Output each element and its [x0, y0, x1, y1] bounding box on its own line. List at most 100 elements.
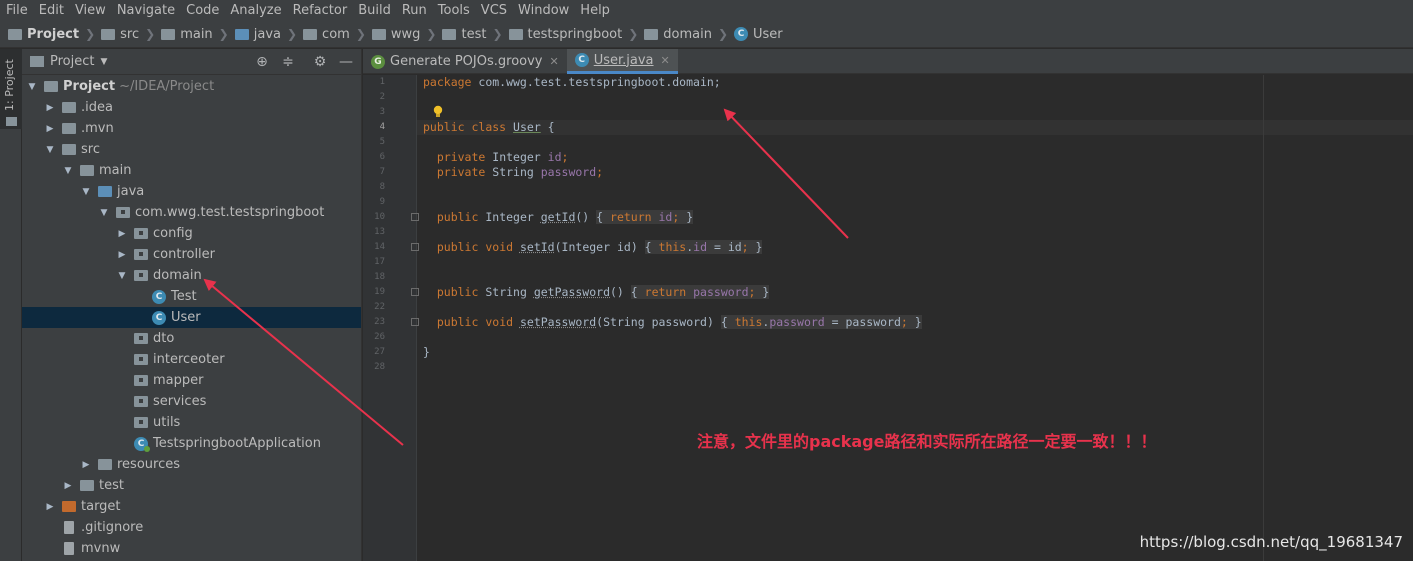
- tree-item-dto[interactable]: dto: [22, 328, 361, 349]
- breadcrumb-user[interactable]: C User: [734, 27, 783, 42]
- field-name: id: [658, 210, 673, 224]
- gear-icon[interactable]: ⚙: [311, 53, 329, 71]
- menu-analyze[interactable]: Analyze: [224, 0, 286, 21]
- collapsed-icon[interactable]: ▶: [44, 124, 56, 134]
- field-name: password: [540, 165, 597, 179]
- source-folder-icon: [234, 28, 249, 40]
- tree-item-config[interactable]: ▶ config: [22, 223, 361, 244]
- package-icon: [134, 270, 148, 281]
- class-name: User: [513, 120, 541, 134]
- collapse-all-icon[interactable]: ≑: [279, 53, 297, 71]
- line-number-current: 4: [379, 122, 385, 132]
- tree-item-test-class[interactable]: C Test: [22, 286, 361, 307]
- parameter-name: id: [616, 240, 631, 254]
- breadcrumb-domain[interactable]: domain ❯: [644, 27, 734, 42]
- keyword: public: [436, 285, 479, 299]
- collapsed-icon[interactable]: ▶: [44, 502, 56, 512]
- collapsed-icon[interactable]: ▶: [44, 103, 56, 113]
- tree-item-domain[interactable]: ▼ domain: [22, 265, 361, 286]
- menu-window[interactable]: Window: [512, 0, 574, 21]
- chevron-down-icon[interactable]: ▼: [100, 57, 107, 67]
- tree-item-main[interactable]: ▼ main: [22, 160, 361, 181]
- breadcrumb-java[interactable]: java ❯: [234, 27, 303, 42]
- code-line-package: package com.wwg.test.testspringboot.doma…: [423, 75, 721, 90]
- breadcrumb-testspringboot[interactable]: testspringboot ❯: [508, 27, 645, 42]
- chevron-right-icon: ❯: [85, 27, 96, 41]
- tree-item-services[interactable]: services: [22, 391, 361, 412]
- menu-edit[interactable]: Edit: [33, 0, 69, 21]
- tree-item-mapper[interactable]: mapper: [22, 370, 361, 391]
- tree-item-user-class[interactable]: C User: [22, 307, 361, 328]
- menu-vcs[interactable]: VCS: [475, 0, 512, 21]
- collapsed-icon[interactable]: ▶: [116, 229, 128, 239]
- tree-item-application[interactable]: C TestspringbootApplication: [22, 433, 361, 454]
- tree-item-test[interactable]: ▶ test: [22, 475, 361, 496]
- tree-item-label: test: [99, 478, 124, 493]
- line-number: 3: [379, 107, 385, 117]
- menu-code[interactable]: Code: [180, 0, 224, 21]
- tree-item-project[interactable]: ▼ Project ~/IDEA/Project: [22, 76, 361, 97]
- collapsed-icon[interactable]: ▶: [62, 481, 74, 491]
- menu-build[interactable]: Build: [352, 0, 396, 21]
- tree-item-src[interactable]: ▼ src: [22, 139, 361, 160]
- tree-item-label: .mvn: [81, 121, 114, 136]
- collapsed-icon[interactable]: ▶: [116, 250, 128, 260]
- tree-item-label: mapper: [153, 373, 204, 388]
- close-icon[interactable]: ✕: [661, 54, 670, 67]
- parameter-name: password: [651, 315, 707, 329]
- line-number: 13: [374, 227, 385, 237]
- breadcrumb-project[interactable]: Project ❯: [8, 27, 101, 42]
- editor-gutter[interactable]: 1 2 3 4 5 6 7 8 9 10 13 14 17 18 19 22 2…: [363, 75, 419, 561]
- code-editor[interactable]: 1 2 3 4 5 6 7 8 9 10 13 14 17 18 19 22 2…: [363, 75, 1413, 561]
- tree-item-controller[interactable]: ▶ controller: [22, 244, 361, 265]
- breadcrumb-src[interactable]: src ❯: [101, 27, 161, 42]
- menu-run[interactable]: Run: [396, 0, 432, 21]
- type-name: Integer: [492, 150, 541, 164]
- fold-marker-icon[interactable]: [411, 288, 419, 296]
- menu-view[interactable]: View: [69, 0, 111, 21]
- collapsed-icon[interactable]: ▶: [80, 460, 92, 470]
- breadcrumb-main[interactable]: main ❯: [161, 27, 235, 42]
- lightbulb-icon[interactable]: [433, 105, 443, 119]
- menu-help[interactable]: Help: [574, 0, 615, 21]
- tree-item-mvnw[interactable]: mvnw: [22, 538, 361, 559]
- expanded-icon[interactable]: ▼: [116, 271, 128, 281]
- tree-item-java[interactable]: ▼ java: [22, 181, 361, 202]
- view-selector[interactable]: Project: [50, 54, 94, 69]
- tool-window-project-tab[interactable]: 1: Project: [0, 49, 22, 129]
- tree-item-target[interactable]: ▶ target: [22, 496, 361, 517]
- locate-icon[interactable]: ⊕: [253, 53, 271, 71]
- fold-marker-icon[interactable]: [411, 243, 419, 251]
- keyword: this: [658, 240, 687, 254]
- tree-item-package[interactable]: ▼ com.wwg.test.testspringboot: [22, 202, 361, 223]
- menu-navigate[interactable]: Navigate: [111, 0, 180, 21]
- tree-item-interceoter[interactable]: interceoter: [22, 349, 361, 370]
- tree-item-utils[interactable]: utils: [22, 412, 361, 433]
- menu-refactor[interactable]: Refactor: [287, 0, 353, 21]
- tree-item-idea[interactable]: ▶ .idea: [22, 97, 361, 118]
- breadcrumb-com[interactable]: com ❯: [303, 27, 372, 42]
- breadcrumb-wwg[interactable]: wwg ❯: [371, 27, 443, 42]
- expanded-icon[interactable]: ▼: [98, 208, 110, 218]
- package-icon: [134, 375, 148, 386]
- package-icon: [644, 28, 659, 40]
- tree-item-mvn[interactable]: ▶ .mvn: [22, 118, 361, 139]
- tree-item-gitignore[interactable]: .gitignore: [22, 517, 361, 538]
- menu-tools[interactable]: Tools: [432, 0, 475, 21]
- editor-tabs: G Generate POJOs.groovy ✕ C User.java ✕: [363, 49, 1413, 74]
- expanded-icon[interactable]: ▼: [80, 187, 92, 197]
- tab-user-java[interactable]: C User.java ✕: [566, 49, 678, 74]
- fold-marker-icon[interactable]: [411, 213, 419, 221]
- fold-marker-icon[interactable]: [411, 318, 419, 326]
- tab-generate-pojos[interactable]: G Generate POJOs.groovy ✕: [363, 49, 567, 74]
- code-line-field-id: private Integer id;: [436, 150, 569, 164]
- expanded-icon[interactable]: ▼: [62, 166, 74, 176]
- breadcrumb-test[interactable]: test ❯: [442, 27, 508, 42]
- expanded-icon[interactable]: ▼: [44, 145, 56, 155]
- hide-icon[interactable]: —: [337, 53, 355, 71]
- tree-item-resources[interactable]: ▶ resources: [22, 454, 361, 475]
- menu-file[interactable]: File: [0, 0, 33, 21]
- expanded-icon[interactable]: ▼: [26, 82, 38, 92]
- close-icon[interactable]: ✕: [550, 55, 559, 68]
- source-folder-icon: [98, 186, 112, 197]
